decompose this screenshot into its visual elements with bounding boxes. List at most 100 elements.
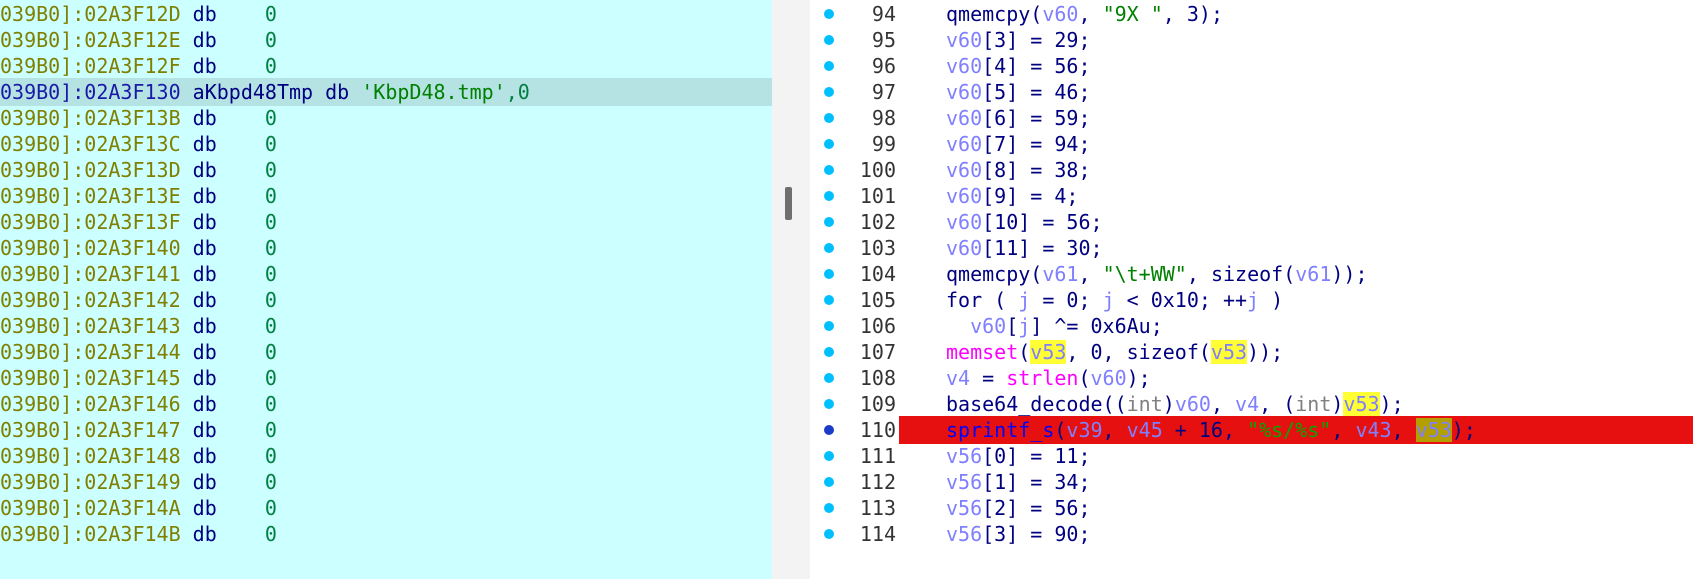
gutter-row[interactable]: 105: [810, 286, 899, 314]
gutter-row[interactable]: 108: [810, 364, 899, 392]
highlighted-identifier[interactable]: v53: [1210, 340, 1248, 364]
disasm-line[interactable]: 039B0]:02A3F145 db 0: [0, 364, 772, 392]
code-token[interactable]: v60: [946, 106, 982, 130]
line-marker-dot[interactable]: [824, 373, 834, 383]
gutter-row[interactable]: 97: [810, 78, 899, 106]
line-marker-dot[interactable]: [824, 451, 834, 461]
code-token[interactable]: v60: [1042, 2, 1078, 26]
disasm-line[interactable]: 039B0]:02A3F13B db 0: [0, 104, 772, 132]
gutter-row[interactable]: 114: [810, 520, 899, 548]
gutter-row[interactable]: 111: [810, 442, 899, 470]
disasm-line[interactable]: 039B0]:02A3F12F db 0: [0, 52, 772, 80]
code-line[interactable]: v56[3] = 90;: [899, 520, 1693, 548]
code-line[interactable]: v60[8] = 38;: [899, 156, 1693, 184]
gutter-row[interactable]: 103: [810, 234, 899, 262]
code-line[interactable]: for ( j = 0; j < 0x10; ++j ): [899, 286, 1693, 314]
code-token[interactable]: v39: [1066, 418, 1102, 442]
disasm-line[interactable]: 039B0]:02A3F13C db 0: [0, 130, 772, 158]
line-marker-dot[interactable]: [824, 35, 834, 45]
highlighted-identifier[interactable]: v53: [1343, 392, 1380, 416]
gutter-row[interactable]: 95: [810, 26, 899, 54]
disasm-line[interactable]: 039B0]:02A3F144 db 0: [0, 338, 772, 366]
code-line[interactable]: v60[9] = 4;: [899, 182, 1693, 210]
code-token[interactable]: v56: [946, 496, 982, 520]
code-token[interactable]: v43: [1355, 418, 1391, 442]
gutter-row[interactable]: 98: [810, 104, 899, 132]
code-token[interactable]: v60: [946, 28, 982, 52]
code-line[interactable]: qmemcpy(v60, "9X ", 3);: [899, 0, 1693, 28]
line-marker-dot[interactable]: [824, 243, 834, 253]
pseudocode-view[interactable]: qmemcpy(v60, "9X ", 3); v60[3] = 29; v60[4…: [899, 0, 1693, 579]
code-token[interactable]: v61: [1042, 262, 1078, 286]
disasm-line[interactable]: 039B0]:02A3F13D db 0: [0, 156, 772, 184]
code-token[interactable]: strlen: [1006, 366, 1078, 390]
line-marker-dot[interactable]: [824, 321, 834, 331]
code-token[interactable]: j: [1103, 288, 1115, 312]
line-marker-dot[interactable]: [824, 165, 834, 175]
code-token[interactable]: v60: [946, 210, 982, 234]
gutter-row[interactable]: 112: [810, 468, 899, 496]
code-token[interactable]: v60: [946, 184, 982, 208]
disasm-line[interactable]: 039B0]:02A3F146 db 0: [0, 390, 772, 418]
code-line[interactable]: v56[0] = 11;: [899, 442, 1693, 470]
gutter-row[interactable]: 113: [810, 494, 899, 522]
code-line[interactable]: v60[6] = 59;: [899, 104, 1693, 132]
gutter-row[interactable]: 96: [810, 52, 899, 80]
code-token[interactable]: v60: [970, 314, 1006, 338]
gutter-row[interactable]: 110: [810, 416, 899, 444]
code-token[interactable]: j: [1018, 288, 1030, 312]
code-token[interactable]: j: [1247, 288, 1259, 312]
disasm-line[interactable]: 039B0]:02A3F13E db 0: [0, 182, 772, 210]
disasm-line[interactable]: 039B0]:02A3F12E db 0: [0, 26, 772, 54]
line-marker-dot[interactable]: [824, 503, 834, 513]
line-marker-dot[interactable]: [824, 399, 834, 409]
gutter-row[interactable]: 107: [810, 338, 899, 366]
code-token[interactable]: v60: [946, 80, 982, 104]
code-token[interactable]: memset: [946, 340, 1018, 364]
code-line[interactable]: v56[1] = 34;: [899, 468, 1693, 496]
highlighted-identifier[interactable]: v53: [1030, 340, 1067, 364]
code-token[interactable]: v60: [946, 236, 982, 260]
disasm-line[interactable]: 039B0]:02A3F141 db 0: [0, 260, 772, 288]
line-marker-dot[interactable]: [824, 87, 834, 97]
code-line[interactable]: base64_decode((int)v60, v4, (int)v53);: [899, 390, 1693, 418]
code-line[interactable]: v56[2] = 56;: [899, 494, 1693, 522]
line-marker-dot[interactable]: [824, 529, 834, 539]
line-marker-dot[interactable]: [824, 477, 834, 487]
gutter-row[interactable]: 106: [810, 312, 899, 340]
gutter-row[interactable]: 100: [810, 156, 899, 184]
disasm-line[interactable]: 039B0]:02A3F14B db 0: [0, 520, 772, 548]
highlighted-identifier[interactable]: v53: [1415, 418, 1452, 442]
line-marker-dot[interactable]: [824, 61, 834, 71]
disassembly-view[interactable]: 039B0]:02A3F12D db 0 039B0]:02A3F12E db 0…: [0, 0, 772, 579]
code-line[interactable]: v60[10] = 56;: [899, 208, 1693, 236]
line-marker-dot[interactable]: [824, 217, 834, 227]
line-marker-dot[interactable]: [824, 191, 834, 201]
disasm-line[interactable]: 039B0]:02A3F148 db 0: [0, 442, 772, 470]
line-marker-dot[interactable]: [824, 139, 834, 149]
code-token[interactable]: v56: [946, 522, 982, 546]
disasm-line[interactable]: 039B0]:02A3F12D db 0: [0, 0, 772, 28]
gutter-row[interactable]: 102: [810, 208, 899, 236]
code-token[interactable]: v60: [1175, 392, 1211, 416]
disasm-line[interactable]: 039B0]:02A3F149 db 0: [0, 468, 772, 496]
code-token[interactable]: v56: [946, 470, 982, 494]
splitter-handle[interactable]: [785, 187, 792, 220]
gutter-row[interactable]: 101: [810, 182, 899, 210]
disasm-line[interactable]: 039B0]:02A3F140 db 0: [0, 234, 772, 262]
gutter-row[interactable]: 94: [810, 0, 899, 28]
line-marker-dot[interactable]: [824, 295, 834, 305]
code-line[interactable]: v4 = strlen(v60);: [899, 364, 1693, 392]
pane-splitter[interactable]: [772, 0, 810, 579]
code-token[interactable]: qmemcpy: [946, 2, 1030, 26]
code-line[interactable]: v60[5] = 46;: [899, 78, 1693, 106]
code-token[interactable]: v4: [1235, 392, 1259, 416]
code-token[interactable]: base64_decode: [946, 392, 1103, 416]
gutter-row[interactable]: 109: [810, 390, 899, 418]
breakpoint-dot[interactable]: [824, 425, 834, 435]
code-token[interactable]: v60: [946, 158, 982, 182]
breakpoint-line[interactable]: sprintf_s(v39, v45 + 16, "%s/%s", v43, v…: [899, 416, 1693, 444]
code-token[interactable]: qmemcpy: [946, 262, 1030, 286]
disasm-line[interactable]: 039B0]:02A3F13F db 0: [0, 208, 772, 236]
code-token[interactable]: v4: [946, 366, 970, 390]
